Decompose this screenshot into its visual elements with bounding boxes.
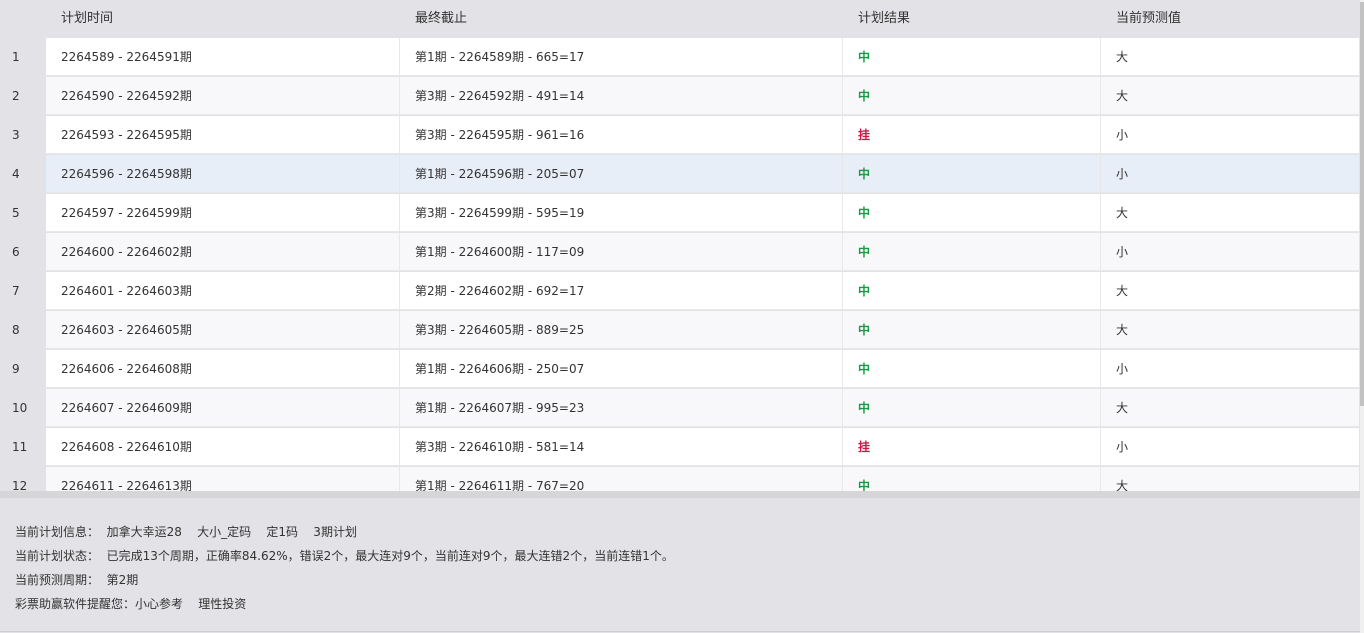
final-deadline-cell: 第1期 - 2264596期 - 205=07 <box>400 155 843 193</box>
table-row[interactable]: 10 2264607 - 2264609期 第1期 - 2264607期 - 995… <box>0 389 1360 428</box>
row-number: 6 <box>0 233 46 272</box>
final-deadline-cell: 第1期 - 2264606期 - 250=07 <box>400 350 843 388</box>
prediction-cell: 大 <box>1101 389 1359 427</box>
final-deadline-cell: 第3期 - 2264610期 - 581=14 <box>400 428 843 466</box>
table-row[interactable]: 5 2264597 - 2264599期 第3期 - 2264599期 - 595=… <box>0 194 1360 233</box>
result-badge: 中 <box>858 167 871 181</box>
table-row[interactable]: 1 2264589 - 2264591期 第1期 - 2264589期 - 665=… <box>0 38 1360 77</box>
plan-time-cell: 2264590 - 2264592期 <box>46 77 400 115</box>
final-deadline-cell: 第1期 - 2264611期 - 767=20 <box>400 467 843 491</box>
prediction-cell: 大 <box>1101 77 1359 115</box>
table-row[interactable]: 12 2264611 - 2264613期 第1期 - 2264611期 - 767… <box>0 467 1360 491</box>
final-deadline-cell: 第3期 - 2264599期 - 595=19 <box>400 194 843 232</box>
row-number: 8 <box>0 311 46 350</box>
plan-time-cell: 2264611 - 2264613期 <box>46 467 400 491</box>
result-badge: 挂 <box>858 128 871 142</box>
plan-time-cell: 2264603 - 2264605期 <box>46 311 400 349</box>
plan-info-line: 当前计划信息： 加拿大幸运28 大小_定码 定1码 3期计划 <box>15 525 357 539</box>
final-deadline-cell: 第3期 - 2264605期 - 889=25 <box>400 311 843 349</box>
plan-time-cell: 2264606 - 2264608期 <box>46 350 400 388</box>
row-number: 11 <box>0 428 46 467</box>
prediction-cell: 小 <box>1101 155 1359 193</box>
final-deadline-cell: 第3期 - 2264595期 - 961=16 <box>400 116 843 154</box>
result-badge: 中 <box>858 89 871 103</box>
table-row[interactable]: 3 2264593 - 2264595期 第3期 - 2264595期 - 961=… <box>0 116 1360 155</box>
plan-status-line: 当前计划状态： 已完成13个周期，正确率84.62%，错误2个，最大连对9个，当… <box>15 549 674 563</box>
table-row[interactable]: 6 2264600 - 2264602期 第1期 - 2264600期 - 117=… <box>0 233 1360 272</box>
plan-time-cell: 2264607 - 2264609期 <box>46 389 400 427</box>
plan-time-cell: 2264600 - 2264602期 <box>46 233 400 271</box>
plan-result-cell: 中 <box>843 233 1101 271</box>
prediction-cell: 大 <box>1101 467 1359 491</box>
result-badge: 中 <box>858 323 871 337</box>
row-number: 12 <box>0 467 46 491</box>
table-row[interactable]: 9 2264606 - 2264608期 第1期 - 2264606期 - 250=… <box>0 350 1360 389</box>
prediction-cell: 大 <box>1101 272 1359 310</box>
final-deadline-cell: 第1期 - 2264600期 - 117=09 <box>400 233 843 271</box>
plan-grid: 计划时间 最终截止 计划结果 当前预测值 1 2264589 - 2264591期… <box>0 0 1360 491</box>
table-row[interactable]: 4 2264596 - 2264598期 第1期 - 2264596期 - 205=… <box>0 155 1360 194</box>
plan-result-cell: 中 <box>843 155 1101 193</box>
plan-time-cell: 2264593 - 2264595期 <box>46 116 400 154</box>
result-badge: 中 <box>858 401 871 415</box>
row-number: 3 <box>0 116 46 155</box>
plan-time-cell: 2264597 - 2264599期 <box>46 194 400 232</box>
table-row[interactable]: 2 2264590 - 2264592期 第3期 - 2264592期 - 491=… <box>0 77 1360 116</box>
plan-result-cell: 挂 <box>843 116 1101 154</box>
grid-header: 计划时间 最终截止 计划结果 当前预测值 <box>0 0 1360 38</box>
plan-result-cell: 中 <box>843 194 1101 232</box>
header-final-deadline[interactable]: 最终截止 <box>400 0 467 38</box>
result-badge: 中 <box>858 362 871 376</box>
prediction-cell: 大 <box>1101 194 1359 232</box>
final-deadline-cell: 第3期 - 2264592期 - 491=14 <box>400 77 843 115</box>
plan-result-cell: 中 <box>843 311 1101 349</box>
header-plan-time[interactable]: 计划时间 <box>46 0 113 38</box>
plan-time-cell: 2264589 - 2264591期 <box>46 38 400 76</box>
row-number: 1 <box>0 38 46 77</box>
prediction-period-line: 当前预测周期： 第2期 <box>15 573 139 587</box>
result-badge: 中 <box>858 50 871 64</box>
plan-result-cell: 挂 <box>843 428 1101 466</box>
vertical-scrollbar[interactable] <box>1360 0 1364 633</box>
row-number: 5 <box>0 194 46 233</box>
result-badge: 中 <box>858 206 871 220</box>
plan-result-cell: 中 <box>843 467 1101 491</box>
final-deadline-cell: 第1期 - 2264607期 - 995=23 <box>400 389 843 427</box>
plan-result-cell: 中 <box>843 389 1101 427</box>
plan-result-cell: 中 <box>843 350 1101 388</box>
result-badge: 中 <box>858 245 871 259</box>
plan-info-panel: 当前计划信息： 加拿大幸运28 大小_定码 定1码 3期计划 当前计划状态： 已… <box>0 498 1360 632</box>
final-deadline-cell: 第2期 - 2264602期 - 692=17 <box>400 272 843 310</box>
reminder-line: 彩票助赢软件提醒您：小心参考 理性投资 <box>15 597 247 611</box>
grid-body: 1 2264589 - 2264591期 第1期 - 2264589期 - 665=… <box>0 38 1360 491</box>
row-number: 2 <box>0 77 46 116</box>
table-row[interactable]: 11 2264608 - 2264610期 第3期 - 2264610期 - 581… <box>0 428 1360 467</box>
table-row[interactable]: 8 2264603 - 2264605期 第3期 - 2264605期 - 889=… <box>0 311 1360 350</box>
row-number: 9 <box>0 350 46 389</box>
vertical-scrollbar-thumb[interactable] <box>1360 2 1364 406</box>
plan-time-cell: 2264608 - 2264610期 <box>46 428 400 466</box>
plan-result-cell: 中 <box>843 77 1101 115</box>
row-number: 7 <box>0 272 46 311</box>
prediction-cell: 小 <box>1101 233 1359 271</box>
plan-result-cell: 中 <box>843 38 1101 76</box>
plan-time-cell: 2264596 - 2264598期 <box>46 155 400 193</box>
row-number: 10 <box>0 389 46 428</box>
prediction-cell: 大 <box>1101 38 1359 76</box>
result-badge: 中 <box>858 284 871 298</box>
prediction-cell: 小 <box>1101 350 1359 388</box>
plan-time-cell: 2264601 - 2264603期 <box>46 272 400 310</box>
result-badge: 挂 <box>858 440 871 454</box>
plan-result-cell: 中 <box>843 272 1101 310</box>
prediction-cell: 小 <box>1101 116 1359 154</box>
prediction-cell: 大 <box>1101 311 1359 349</box>
horizontal-scrollbar[interactable] <box>0 491 1360 498</box>
table-row[interactable]: 7 2264601 - 2264603期 第2期 - 2264602期 - 692=… <box>0 272 1360 311</box>
header-current-prediction[interactable]: 当前预测值 <box>1101 0 1181 38</box>
final-deadline-cell: 第1期 - 2264589期 - 665=17 <box>400 38 843 76</box>
result-badge: 中 <box>858 479 871 491</box>
header-plan-result[interactable]: 计划结果 <box>843 0 910 38</box>
prediction-cell: 小 <box>1101 428 1359 466</box>
row-number: 4 <box>0 155 46 194</box>
